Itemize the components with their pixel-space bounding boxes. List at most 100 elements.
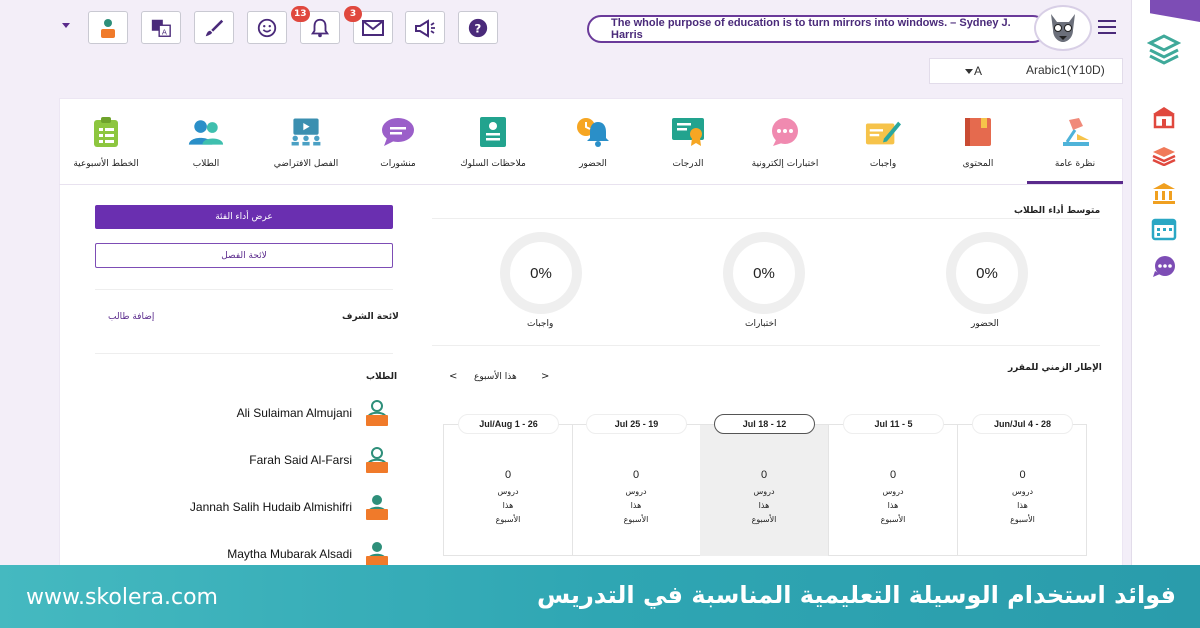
- week-text: دروس: [882, 487, 904, 496]
- list-item[interactable]: Jannah Salih Hudaib Almishifri: [130, 492, 392, 522]
- section-chevron-icon: [965, 69, 973, 74]
- brush-icon: [205, 19, 224, 36]
- week-column[interactable]: Jun/Jul 4 - 28 0 دروس هذا الأسبوع: [958, 414, 1087, 556]
- messages-button[interactable]: 3: [344, 6, 393, 44]
- week-text: الأسبوع: [623, 515, 649, 524]
- calendar-icon[interactable]: [1147, 216, 1181, 242]
- tab-attendance[interactable]: الحضور: [554, 98, 632, 184]
- quizzes-ring-label: اختبارات: [745, 319, 777, 329]
- week-text: دروس: [753, 487, 775, 496]
- week-text: هذا: [630, 501, 642, 510]
- week-range: Jul 18 - 12: [714, 414, 815, 434]
- school-icon[interactable]: [1147, 104, 1181, 130]
- top-bar: A 13 3 ? The whole purpose of education …: [0, 0, 1130, 58]
- app-logo-icon[interactable]: [1147, 34, 1181, 65]
- week-text: هذا: [502, 501, 514, 510]
- student-icon: [366, 400, 388, 426]
- week-text: الأسبوع: [751, 515, 777, 524]
- translate-button[interactable]: A: [141, 11, 181, 44]
- tab-virtual-classroom[interactable]: الفصل الافتراضي: [255, 98, 357, 184]
- week-range: Jul 25 - 19: [586, 414, 687, 434]
- tab-behavior-notes[interactable]: ملاحظات السلوك: [449, 98, 537, 184]
- theme-button[interactable]: [194, 11, 234, 44]
- books-icon[interactable]: [1147, 142, 1181, 168]
- attendance-ring-label: الحضور: [971, 319, 999, 329]
- week-lesson-count: 0: [1019, 469, 1026, 481]
- week-column[interactable]: Jul 25 - 19 0 دروس هذا الأسبوع: [572, 414, 701, 556]
- week-text: الأسبوع: [1010, 515, 1035, 524]
- student-name: Farah Said Al-Farsi: [249, 453, 352, 467]
- envelope-icon: [362, 19, 384, 36]
- clipboard-list-icon: [94, 117, 118, 147]
- week-text: هذا: [1017, 501, 1028, 510]
- help-button[interactable]: ?: [458, 11, 498, 44]
- next-week-button[interactable]: >: [541, 371, 549, 382]
- class-performance-button[interactable]: عرض أداء الفئة: [95, 205, 393, 229]
- add-student-link[interactable]: إضافة طالب: [108, 312, 154, 322]
- tab-online-quizzes[interactable]: اختبارات إلكترونية: [739, 98, 831, 184]
- student-icon: [366, 447, 388, 473]
- tab-label: منشورات: [380, 159, 416, 169]
- help-icon: ?: [468, 18, 488, 37]
- course-selector[interactable]: A Arabic1(Y10D): [929, 58, 1123, 84]
- divider: [95, 289, 393, 290]
- divider: [95, 353, 393, 354]
- emoji-button[interactable]: [247, 11, 287, 44]
- tab-assignments[interactable]: واجبات: [844, 98, 922, 184]
- megaphone-icon: [415, 18, 435, 38]
- tab-label: واجبات: [869, 159, 897, 169]
- fox-mascot-icon: [1051, 14, 1075, 42]
- list-item[interactable]: Ali Sulaiman Almujani: [130, 398, 392, 428]
- class-list-button[interactable]: لائحة الفصل: [95, 243, 393, 268]
- translate-icon: A: [151, 19, 171, 37]
- list-item[interactable]: Farah Said Al-Farsi: [130, 445, 392, 475]
- teacher-profile-button[interactable]: [88, 11, 128, 44]
- tab-label: الدرجات: [672, 159, 704, 169]
- chat-bubble-icon: [772, 118, 798, 146]
- student-name: Jannah Salih Hudaib Almishifri: [189, 500, 352, 514]
- user-avatar[interactable]: [1034, 5, 1092, 51]
- chat-icon[interactable]: [1147, 254, 1181, 280]
- week-column[interactable]: Jul/Aug 1 - 26 0 دروس هذا الأسبوع: [444, 414, 573, 556]
- notifications-button[interactable]: 13: [291, 6, 340, 44]
- right-sidebar: [1131, 0, 1200, 628]
- week-text: دروس: [497, 487, 519, 496]
- tab-content[interactable]: المحتوى: [939, 98, 1017, 184]
- section-value: A: [973, 64, 982, 78]
- bell-icon: [310, 18, 330, 37]
- week-range: Jun/Jul 4 - 28: [972, 414, 1073, 434]
- student-name: Maytha Mubarak Alsadi: [227, 547, 352, 561]
- course-name: Arabic1(Y10D): [1026, 63, 1105, 77]
- honor-list-label: لائحة الشرف: [342, 312, 399, 322]
- tab-label: ملاحظات السلوك: [460, 159, 526, 169]
- assignments-ring: 0%: [500, 232, 582, 314]
- hamburger-menu-icon[interactable]: [1098, 20, 1116, 38]
- desk-lamp-icon: [1063, 118, 1089, 146]
- divider: [432, 345, 1100, 346]
- week-text: دروس: [625, 487, 647, 496]
- prev-week-button[interactable]: <: [449, 371, 457, 382]
- week-column-current[interactable]: Jul 18 - 12 0 دروس هذا الأسبوع: [700, 414, 829, 556]
- site-url: www.skolera.com: [26, 585, 218, 610]
- tab-students[interactable]: الطلاب: [167, 98, 245, 184]
- week-column[interactable]: Jul 11 - 5 0 دروس هذا الأسبوع: [829, 414, 958, 556]
- tab-weekly-plans[interactable]: الخطط الأسبوعية: [67, 98, 145, 184]
- week-timeline: Jul/Aug 1 - 26 0 دروس هذا الأسبوع Jul 25…: [443, 414, 1087, 556]
- tab-overview[interactable]: نظرة عامة: [1027, 98, 1123, 184]
- week-lesson-count: 0: [889, 469, 897, 481]
- week-range: Jul/Aug 1 - 26: [458, 414, 559, 434]
- tab-grades[interactable]: الدرجات: [649, 98, 727, 184]
- chevron-down-icon[interactable]: [62, 23, 70, 28]
- announcements-button[interactable]: [405, 11, 445, 44]
- institution-icon[interactable]: [1147, 180, 1181, 206]
- svg-text:?: ?: [474, 21, 481, 35]
- week-range: Jul 11 - 5: [843, 414, 944, 434]
- week-text: هذا: [887, 501, 899, 510]
- certificate-icon: [672, 118, 704, 146]
- week-text: الأسبوع: [495, 515, 521, 524]
- messages-badge: 3: [344, 6, 362, 22]
- virtual-class-icon: [291, 118, 321, 146]
- student-name: Ali Sulaiman Almujani: [236, 406, 352, 420]
- assignments-ring-label: واجبات: [527, 319, 554, 329]
- tab-posts[interactable]: منشورات: [359, 98, 437, 184]
